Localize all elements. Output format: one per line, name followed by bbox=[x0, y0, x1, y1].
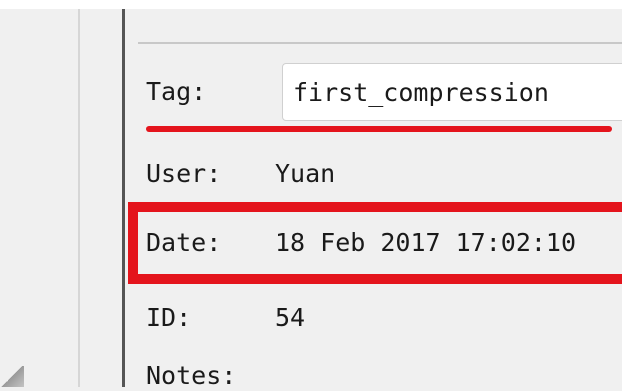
tag-annotation-underline bbox=[146, 126, 612, 132]
id-label: ID: bbox=[146, 303, 192, 332]
id-value: 54 bbox=[275, 303, 306, 332]
left-pane bbox=[0, 9, 80, 387]
user-label: User: bbox=[146, 159, 222, 188]
pane-splitter[interactable] bbox=[78, 9, 80, 387]
user-value: Yuan bbox=[275, 159, 336, 188]
date-label: Date: bbox=[146, 228, 222, 257]
tag-input[interactable] bbox=[282, 63, 622, 121]
details-panel-border bbox=[122, 9, 125, 387]
date-value: 18 Feb 2017 17:02:10 bbox=[275, 228, 577, 257]
window-corner bbox=[0, 366, 24, 387]
top-strip bbox=[0, 0, 622, 9]
group-divider bbox=[138, 42, 622, 44]
tag-label: Tag: bbox=[146, 77, 207, 106]
